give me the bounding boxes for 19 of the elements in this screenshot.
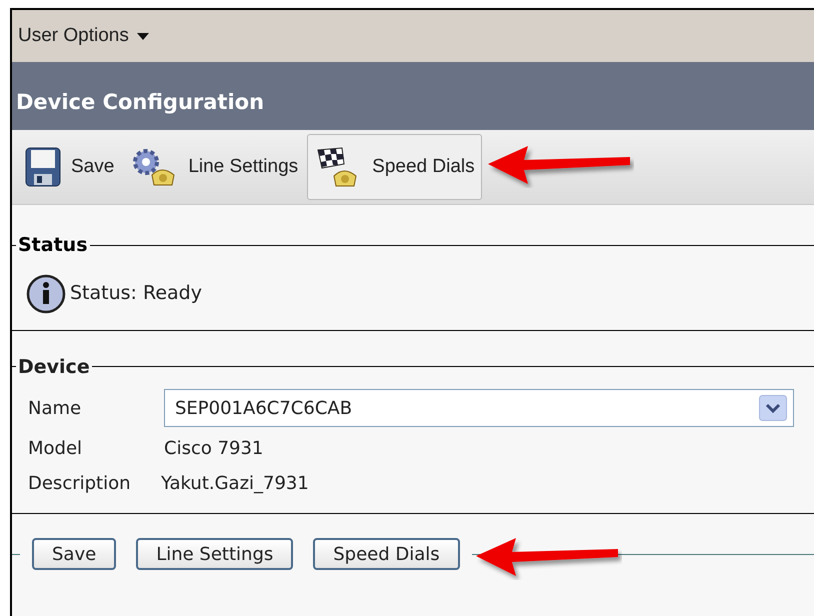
action-button[interactable]: Speed Dials — [313, 538, 460, 570]
user-options-menu[interactable]: User Options — [18, 22, 149, 50]
action-button[interactable]: Save — [32, 538, 116, 570]
page-title: Device Configuration — [16, 88, 264, 116]
info-icon — [26, 274, 66, 314]
field-label: Description — [28, 472, 132, 496]
status-message: Status: Ready — [70, 281, 202, 306]
name-dropdown[interactable]: SEP001A6C7C6CAB — [164, 389, 794, 427]
field-label: Name — [28, 396, 82, 420]
toolbar-button[interactable]: Speed Dials — [307, 134, 482, 200]
section-legend: Status — [16, 231, 90, 260]
field-value: Yakut.Gazi_7931 — [161, 472, 310, 496]
toolbar-button[interactable]: Save — [18, 134, 122, 200]
section-legend: Device — [16, 352, 92, 381]
action-button[interactable]: Line Settings — [136, 538, 294, 570]
caret-icon — [136, 32, 149, 40]
field-label: Model — [28, 437, 84, 461]
field-value: Cisco 7931 — [164, 437, 264, 461]
toolbar-button[interactable]: Line Settings — [123, 134, 306, 200]
